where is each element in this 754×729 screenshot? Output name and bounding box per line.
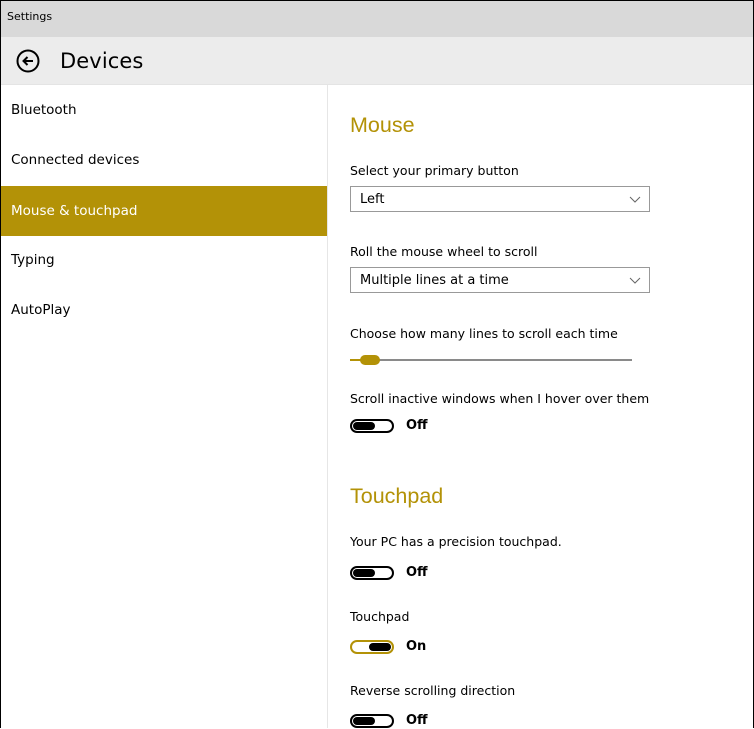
touchpad-label: Touchpad	[350, 609, 410, 624]
mouse-section-title: Mouse	[350, 113, 415, 137]
toggle-knob	[353, 568, 375, 577]
wheel-scroll-dropdown[interactable]: Multiple lines at a time	[350, 267, 650, 293]
sidebar-item-label: Typing	[11, 252, 55, 268]
window-title: Settings	[7, 10, 53, 23]
precision-touchpad-row: Off	[350, 565, 428, 580]
primary-button-label: Select your primary button	[350, 163, 519, 178]
sidebar-item-autoplay[interactable]: AutoPlay	[1, 286, 327, 336]
reverse-scrolling-label: Reverse scrolling direction	[350, 683, 516, 698]
precision-touchpad-toggle[interactable]	[350, 565, 394, 580]
touchpad-toggle[interactable]	[350, 639, 394, 654]
settings-window: Settings Devices Bluetooth Connected dev…	[0, 0, 754, 728]
sidebar-item-label: Connected devices	[11, 152, 140, 168]
slider-thumb[interactable]	[359, 355, 380, 365]
back-arrow-circle-icon	[16, 49, 40, 72]
lines-to-scroll-label: Choose how many lines to scroll each tim…	[350, 326, 618, 341]
inactive-scroll-state: Off	[406, 418, 428, 433]
title-bar: Settings	[1, 1, 753, 37]
back-button[interactable]	[14, 47, 42, 75]
settings-content: Mouse Select your primary button Left Ro…	[328, 85, 753, 728]
page-title: Devices	[60, 48, 144, 73]
sidebar-item-label: Mouse & touchpad	[11, 203, 138, 219]
toggle-knob	[353, 421, 375, 430]
sidebar-item-typing[interactable]: Typing	[1, 236, 327, 286]
inactive-scroll-label: Scroll inactive windows when I hover ove…	[350, 391, 650, 406]
reverse-scrolling-toggle[interactable]	[350, 713, 394, 728]
reverse-scrolling-row: Off	[350, 713, 428, 728]
toggle-knob	[369, 642, 391, 651]
sidebar-item-bluetooth[interactable]: Bluetooth	[1, 86, 327, 136]
precision-touchpad-label: Your PC has a precision touchpad.	[350, 534, 562, 549]
chevron-down-icon	[629, 196, 641, 203]
sidebar-item-label: AutoPlay	[11, 302, 71, 318]
sidebar-item-mouse-touchpad[interactable]: Mouse & touchpad	[1, 186, 327, 236]
lines-to-scroll-slider[interactable]	[350, 350, 632, 370]
primary-button-dropdown[interactable]: Left	[350, 186, 650, 212]
inactive-scroll-toggle[interactable]	[350, 418, 394, 433]
primary-button-value: Left	[360, 191, 385, 207]
touchpad-row: On	[350, 639, 426, 654]
inactive-scroll-row: Off	[350, 418, 428, 433]
precision-touchpad-state: Off	[406, 565, 428, 580]
page-header: Devices	[1, 37, 753, 85]
wheel-scroll-label: Roll the mouse wheel to scroll	[350, 244, 538, 259]
toggle-knob	[353, 716, 375, 725]
chevron-down-icon	[629, 277, 641, 284]
sidebar-item-label: Bluetooth	[11, 102, 77, 118]
sidebar-item-connected-devices[interactable]: Connected devices	[1, 136, 327, 186]
wheel-scroll-value: Multiple lines at a time	[360, 272, 509, 288]
touchpad-section-title: Touchpad	[350, 484, 444, 508]
sidebar: Bluetooth Connected devices Mouse & touc…	[1, 85, 328, 728]
touchpad-state: On	[406, 639, 427, 654]
reverse-scrolling-state: Off	[406, 713, 428, 728]
slider-track	[350, 359, 632, 361]
